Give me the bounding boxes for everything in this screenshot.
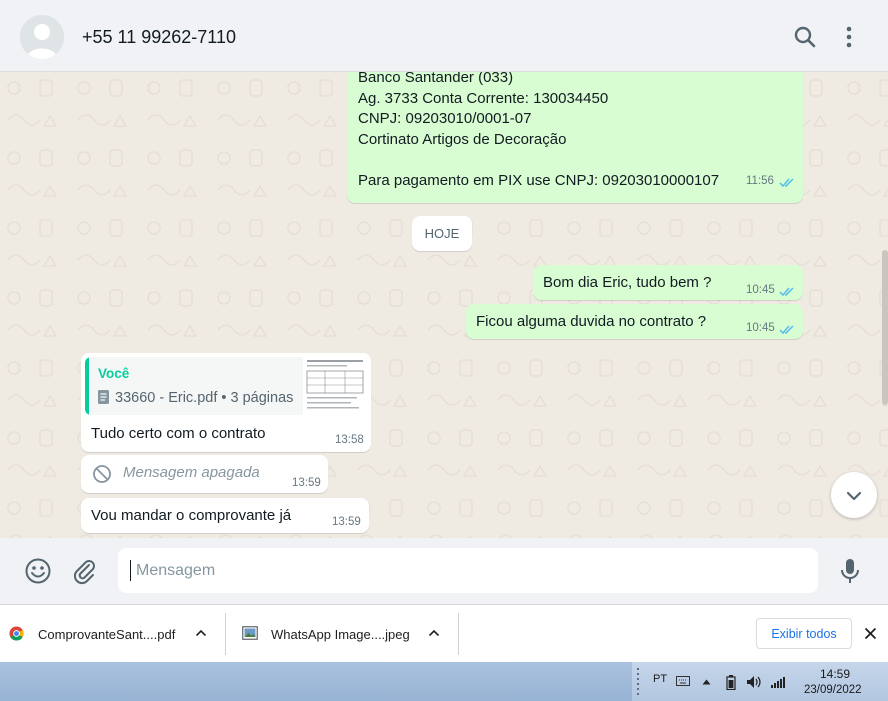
image-file-icon <box>242 626 258 640</box>
message-time: 10:45 <box>746 322 775 334</box>
deleted-message-text: Mensagem apagada <box>123 464 260 481</box>
download-divider <box>458 613 459 655</box>
message-reply-with-quote[interactable]: Você 33660 - Eric.pdf • 3 páginas Tudo c… <box>81 353 371 452</box>
message-input[interactable] <box>118 548 818 593</box>
message-time: 11:56 <box>746 175 774 187</box>
message-text: Vou mandar o comprovante já <box>91 507 292 524</box>
chrome-icon <box>9 626 24 641</box>
close-icon[interactable] <box>864 627 877 640</box>
chevron-up-icon[interactable] <box>428 628 440 638</box>
message-deleted[interactable]: Mensagem apagada 13:59 <box>81 455 328 493</box>
chat-scrollbar[interactable] <box>882 250 888 405</box>
quoted-message[interactable]: Você 33660 - Eric.pdf • 3 páginas <box>85 357 367 415</box>
clock-time[interactable]: 14:59 <box>820 667 850 681</box>
message-time: 13:59 <box>332 516 361 528</box>
clock-date[interactable]: 23/09/2022 <box>804 684 862 696</box>
message-time: 13:58 <box>335 434 364 446</box>
chevron-up-icon[interactable] <box>195 628 207 638</box>
download-filename: ComprovanteSant....pdf <box>38 627 176 642</box>
show-all-downloads-button[interactable]: Exibir todos <box>756 618 852 649</box>
system-tray: PT 14:59 23/09/2022 <box>632 662 888 701</box>
message-text: Tudo certo com o contrato <box>91 425 266 442</box>
tray-grip-icon <box>637 668 639 695</box>
text-caret <box>130 560 131 581</box>
message-question[interactable]: Ficou alguma duvida no contrato ? 10:45 <box>466 304 803 339</box>
message-text: Ficou alguma duvida no contrato ? <box>476 313 707 330</box>
scroll-to-bottom-button[interactable] <box>831 472 877 518</box>
quote-accent-bar <box>85 357 89 415</box>
emoji-icon[interactable] <box>24 557 52 585</box>
message-time: 10:45 <box>746 284 775 296</box>
read-ticks-icon <box>779 178 794 188</box>
pdf-thumbnail-image <box>303 357 367 415</box>
message-time: 13:59 <box>292 477 321 489</box>
message-composer <box>0 538 888 604</box>
download-item-image[interactable]: WhatsApp Image....jpeg <box>226 605 458 662</box>
read-ticks-icon <box>779 287 794 297</box>
document-icon <box>98 390 109 404</box>
browser-download-bar: ComprovanteSant....pdf WhatsApp Image...… <box>0 604 888 662</box>
battery-icon[interactable] <box>726 675 736 690</box>
download-filename: WhatsApp Image....jpeg <box>271 627 410 642</box>
language-indicator[interactable]: PT <box>653 673 667 685</box>
message-text: Bom dia Eric, tudo bem ? <box>543 274 712 291</box>
quote-file-info: 33660 - Eric.pdf • 3 páginas <box>115 390 294 406</box>
bank-details-text: Banco Santander (033) Ag. 3733 Conta Cor… <box>358 72 720 189</box>
tray-expand-icon[interactable] <box>702 679 711 685</box>
chat-header: +55 11 99262-7110 <box>0 0 888 72</box>
kebab-menu-icon[interactable] <box>836 24 862 50</box>
message-bank-details[interactable]: Banco Santander (033) Ag. 3733 Conta Cor… <box>347 72 803 203</box>
avatar-placeholder-icon <box>20 15 64 59</box>
blocked-icon <box>93 465 111 483</box>
conversation-panel[interactable]: Banco Santander (033) Ag. 3733 Conta Cor… <box>0 72 888 538</box>
date-divider-chip: HOJE <box>412 216 472 251</box>
contact-name[interactable]: +55 11 99262-7110 <box>82 27 236 48</box>
signal-bars-icon[interactable] <box>771 676 787 688</box>
microphone-icon[interactable] <box>838 557 862 585</box>
download-item-pdf[interactable]: ComprovanteSant....pdf <box>0 605 225 662</box>
attach-icon[interactable] <box>70 557 98 585</box>
quote-author: Você <box>98 366 130 381</box>
keyboard-icon[interactable] <box>676 676 690 686</box>
contact-avatar[interactable] <box>20 15 64 59</box>
search-icon[interactable] <box>792 24 818 50</box>
chevron-down-icon <box>846 491 862 501</box>
message-receipt[interactable]: Vou mandar o comprovante já 13:59 <box>81 498 369 533</box>
windows-taskbar: PT 14:59 23/09/2022 <box>0 662 888 701</box>
message-greeting[interactable]: Bom dia Eric, tudo bem ? 10:45 <box>533 265 803 300</box>
read-ticks-icon <box>779 325 794 335</box>
volume-icon[interactable] <box>746 675 762 689</box>
